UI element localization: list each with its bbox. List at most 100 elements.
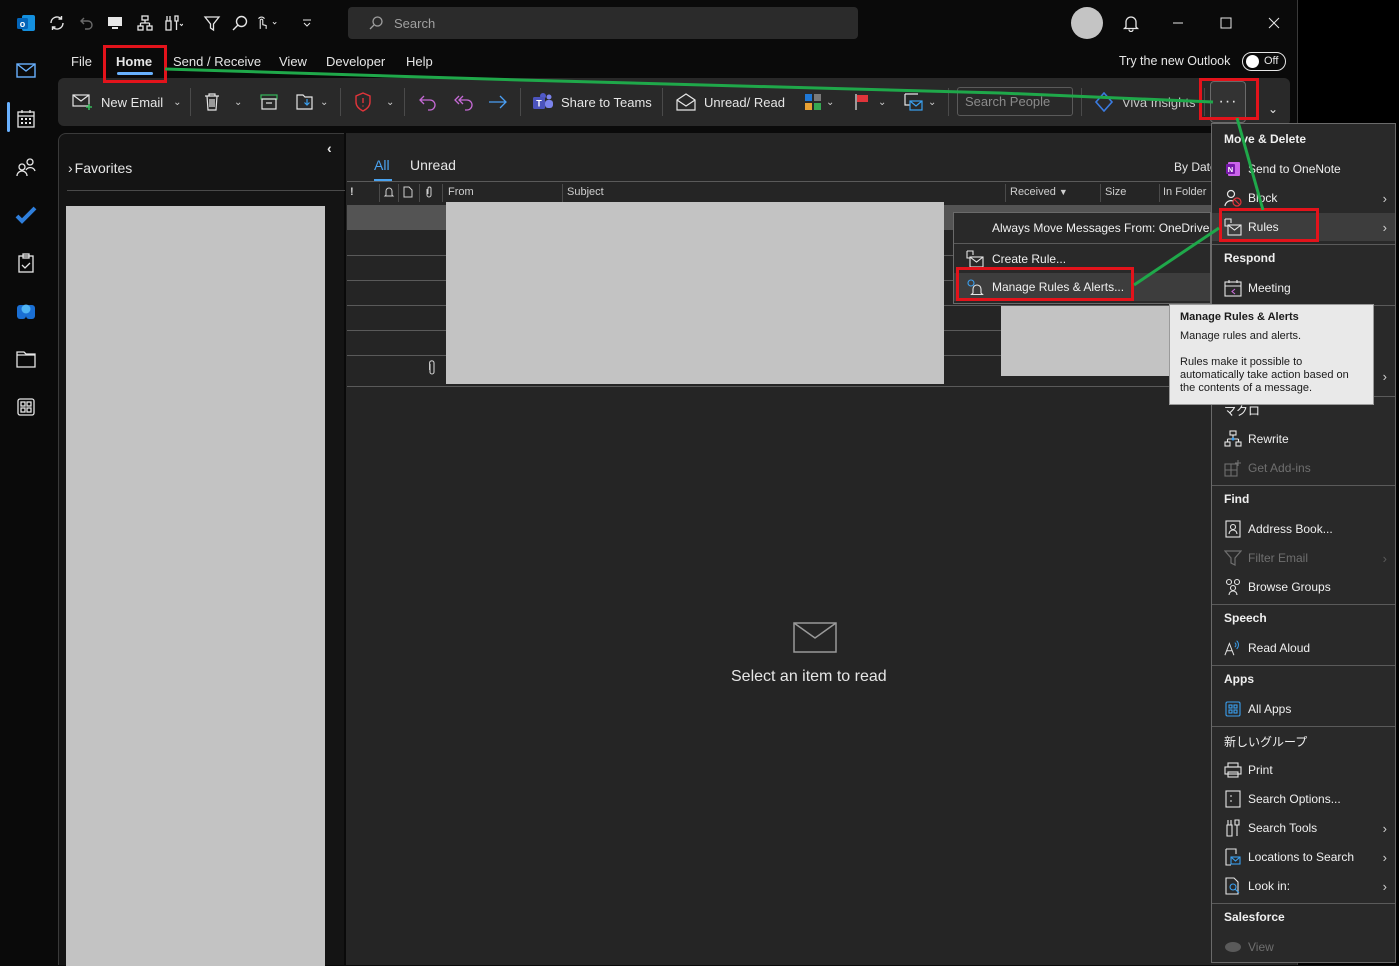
column-in-folder[interactable]: In Folder xyxy=(1163,186,1206,198)
menu-item-search-options[interactable]: Search Options... xyxy=(1212,785,1395,813)
menu-item-look-in[interactable]: Look in: › xyxy=(1212,872,1395,900)
column-subject[interactable]: Subject xyxy=(567,186,604,198)
more-apps-icon[interactable] xyxy=(13,394,39,420)
search-tools-icon[interactable] xyxy=(162,12,184,34)
search-icon[interactable] xyxy=(229,12,251,34)
new-outlook-toggle[interactable]: Off xyxy=(1242,52,1286,71)
sync-icon[interactable] xyxy=(46,12,68,34)
avatar[interactable] xyxy=(1071,7,1103,39)
menu-item-label: Look in: xyxy=(1248,879,1291,893)
column-size[interactable]: Size xyxy=(1105,186,1126,198)
delete-button[interactable]: ⌄ xyxy=(204,78,242,126)
shield-warning-icon xyxy=(355,92,371,112)
touch-mode-icon[interactable] xyxy=(256,12,278,34)
column-divider xyxy=(419,184,420,202)
favorites-header[interactable]: › Favorites xyxy=(68,160,132,176)
minimize-button[interactable] xyxy=(1158,8,1198,38)
menu-item-all-apps[interactable]: All Apps xyxy=(1212,695,1395,723)
column-from[interactable]: From xyxy=(448,186,474,198)
reply-all-button[interactable] xyxy=(453,78,475,126)
close-button[interactable] xyxy=(1254,8,1294,38)
try-new-outlook-label: Try the new Outlook xyxy=(1119,54,1231,68)
menu-item-label: Filter Email xyxy=(1248,551,1309,565)
attachment-column-icon[interactable] xyxy=(425,186,433,198)
column-importance[interactable]: ! xyxy=(350,186,354,198)
search-options-icon xyxy=(1224,790,1242,808)
microsoft-365-apps-icon[interactable] xyxy=(13,298,39,324)
menu-item-label: Browse Groups xyxy=(1248,580,1331,594)
bell-icon[interactable] xyxy=(1111,8,1151,38)
chevron-down-icon[interactable]: ⌄ xyxy=(928,97,936,108)
customize-quick-access-icon[interactable] xyxy=(296,12,318,34)
mail-icon[interactable] xyxy=(13,58,39,84)
tab-view[interactable]: View xyxy=(279,54,307,69)
share-to-teams-button[interactable]: T Share to Teams xyxy=(532,78,652,126)
tab-developer[interactable]: Developer xyxy=(326,54,385,69)
follow-up-button[interactable]: ⌄ xyxy=(854,78,886,126)
menu-item-browse-groups[interactable]: Browse Groups xyxy=(1212,573,1395,601)
menu-item-label: Read Aloud xyxy=(1248,641,1311,655)
chevron-right-icon: › xyxy=(1382,368,1387,384)
menu-item-locations-to-search[interactable]: Locations to Search › xyxy=(1212,843,1395,871)
create-rule-icon xyxy=(966,250,986,268)
chevron-down-icon[interactable]: ⌄ xyxy=(826,97,834,108)
chevron-down-icon[interactable]: ⌄ xyxy=(320,97,328,108)
ribbon-expand-chevron-icon[interactable]: ⌄ xyxy=(1268,102,1278,116)
forward-button[interactable] xyxy=(488,78,508,126)
menu-item-meeting[interactable]: Meeting xyxy=(1212,274,1395,302)
chevron-down-icon[interactable]: ⌄ xyxy=(878,97,886,108)
categorize-button[interactable]: ⌄ xyxy=(804,78,834,126)
item-type-icon[interactable] xyxy=(403,186,413,198)
folder-icon[interactable] xyxy=(13,346,39,372)
column-received[interactable]: Received ▼ xyxy=(1010,186,1068,198)
tab-help[interactable]: Help xyxy=(406,54,433,69)
new-email-icon xyxy=(72,94,92,110)
menu-item-address-book[interactable]: Address Book... xyxy=(1212,515,1395,543)
calendar-icon[interactable] xyxy=(13,106,39,132)
menu-item-salesforce-view[interactable]: View xyxy=(1212,933,1395,961)
filter-all[interactable]: All xyxy=(374,157,390,173)
quick-steps-button[interactable]: ⌄ xyxy=(904,78,936,126)
ribbon: New Email ⌄ ⌄ ⌄ ⌄ T Share to Teams Unrea… xyxy=(58,78,1290,126)
collapse-pane-chevron-icon[interactable]: ‹ xyxy=(327,140,332,156)
viva-insights-button[interactable]: Viva Insights xyxy=(1094,78,1195,126)
report-button[interactable]: ⌄ xyxy=(354,78,394,126)
tab-send-receive[interactable]: Send / Receive xyxy=(173,54,261,69)
maximize-button[interactable] xyxy=(1206,8,1246,38)
unread-read-button[interactable]: Unread/ Read xyxy=(676,78,785,126)
chevron-down-icon[interactable]: ⌄ xyxy=(173,97,181,108)
divider xyxy=(520,88,521,116)
archive-button[interactable] xyxy=(260,78,278,126)
menu-item-print[interactable]: Print xyxy=(1212,756,1395,784)
filter-unread[interactable]: Unread xyxy=(410,157,456,173)
move-button[interactable]: ⌄ xyxy=(296,78,328,126)
tasks-icon[interactable] xyxy=(13,250,39,276)
org-chart-icon[interactable] xyxy=(134,12,156,34)
menu-item-get-add-ins[interactable]: Get Add-ins xyxy=(1212,454,1395,482)
menu-item-filter-email[interactable]: Filter Email › xyxy=(1212,544,1395,572)
search-people-input[interactable]: Search People xyxy=(957,87,1073,116)
chevron-down-icon[interactable]: ⌄ xyxy=(386,97,394,108)
tooltip-details: Rules make it possible to automatically … xyxy=(1180,356,1349,394)
undo-icon[interactable] xyxy=(76,12,98,34)
menu-separator xyxy=(1212,726,1395,727)
reply-button[interactable] xyxy=(418,78,438,126)
search-input[interactable]: Search xyxy=(348,7,858,39)
reminder-bell-icon[interactable] xyxy=(383,186,395,198)
menu-item-rewrite[interactable]: Rewrite xyxy=(1212,425,1395,453)
filter-icon[interactable] xyxy=(201,12,223,34)
tab-file[interactable]: File xyxy=(71,54,92,69)
menu-item-read-aloud[interactable]: Read Aloud xyxy=(1212,634,1395,662)
menu-item-label: Rewrite xyxy=(1248,432,1289,446)
chevron-down-icon[interactable]: ⌄ xyxy=(234,97,242,108)
share-to-teams-label: Share to Teams xyxy=(561,94,652,110)
overflow-commands-menu: Move & Delete N Send to OneNote Block › … xyxy=(1211,123,1396,963)
submenu-item-always-move[interactable]: Always Move Messages From: OneDrive xyxy=(954,214,1210,242)
people-icon[interactable] xyxy=(13,154,39,180)
new-email-button[interactable]: New Email ⌄ xyxy=(72,78,182,126)
menu-item-search-tools[interactable]: Search Tools › xyxy=(1212,814,1395,842)
redacted-message-content xyxy=(1001,306,1169,376)
todo-icon[interactable] xyxy=(13,202,39,228)
monitor-icon[interactable] xyxy=(104,12,126,34)
menu-item-send-to-onenote[interactable]: N Send to OneNote xyxy=(1212,155,1395,183)
